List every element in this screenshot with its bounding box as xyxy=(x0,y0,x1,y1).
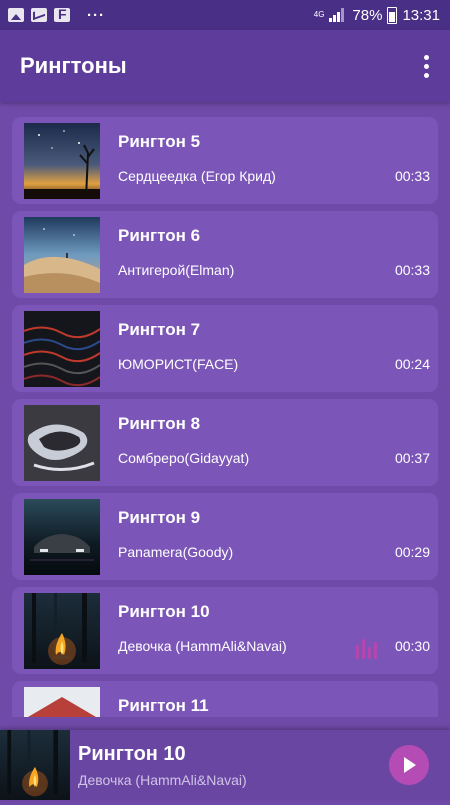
ringtone-artist: ЮМОРИСТ(FACE) xyxy=(118,356,239,372)
ringtone-duration: 00:30 xyxy=(394,638,430,654)
ringtone-artwork xyxy=(24,404,100,481)
now-playing-title: Рингтон 10 xyxy=(78,742,186,765)
ringtone-artwork xyxy=(24,122,100,199)
signal-icon xyxy=(329,8,347,22)
clock: 13:31 xyxy=(402,6,440,24)
network-type: 4G xyxy=(313,10,325,19)
play-icon[interactable] xyxy=(389,745,429,785)
ringtone-artwork xyxy=(24,216,100,293)
ringtone-item[interactable]: Рингтон 6 Антигерой(Elman) 00:33 xyxy=(12,211,438,298)
ringtone-duration: 00:24 xyxy=(394,356,430,372)
equalizer-icon xyxy=(356,639,382,659)
ringtone-list[interactable]: Рингтон 5 Сердцеедка (Егор Крид) 00:33 Ринг… xyxy=(12,117,438,717)
ringtone-title: Рингтон 9 xyxy=(118,508,201,527)
battery-percent: 78% xyxy=(352,6,383,24)
ringtone-artist: Сомбреро(Gidayyat) xyxy=(118,450,250,466)
status-bar: ··· 4G 78% 13:31 xyxy=(0,0,450,30)
app-bar: Рингтоны xyxy=(0,30,450,102)
ringtone-artist: Девочка (HammAli&Navai) xyxy=(118,638,287,654)
ringtone-duration: 00:33 xyxy=(394,168,430,184)
ringtone-title: Рингтон 10 xyxy=(118,602,210,621)
app-title: Рингтоны xyxy=(20,53,127,78)
now-playing-artwork xyxy=(0,730,70,800)
ringtone-title: Рингтон 8 xyxy=(118,414,201,433)
ringtone-duration: 00:33 xyxy=(394,262,430,278)
ringtone-title: Рингтон 6 xyxy=(118,226,201,245)
ringtone-artist: Panamera(Goody) xyxy=(118,544,234,560)
battery-icon xyxy=(387,6,398,24)
ringtone-title: Рингтон 5 xyxy=(118,132,201,151)
ringtone-artwork xyxy=(23,310,101,387)
ringtone-artist: Сердцеедка (Егор Крид) xyxy=(118,168,276,184)
more-notifications-indicator: ··· xyxy=(87,6,105,24)
mail-notification-icon xyxy=(31,8,47,22)
gallery-notification-icon xyxy=(8,8,24,22)
now-playing-bar[interactable]: Рингтон 10 Девочка (HammAli&Navai) xyxy=(0,730,450,800)
ringtone-item[interactable]: Рингтон 7 ЮМОРИСТ(FACE) 00:24 xyxy=(12,305,438,392)
ringtone-item[interactable]: Рингтон 8 Сомбреро(Gidayyat) 00:37 xyxy=(12,399,438,486)
flipboard-notification-icon xyxy=(54,6,70,22)
ringtone-title: Рингтон 11 xyxy=(118,696,209,715)
ringtone-item[interactable]: Рингтон 10 Девочка (HammAli&Navai) 00:30 xyxy=(12,587,438,674)
ringtone-title: Рингтон 7 xyxy=(118,320,201,339)
ringtone-artwork xyxy=(24,592,100,669)
ringtone-artist: Антигерой(Elman) xyxy=(118,262,235,278)
ringtone-artwork xyxy=(24,498,100,575)
ringtone-artwork xyxy=(24,686,100,717)
ringtone-duration: 00:37 xyxy=(394,450,430,466)
more-options-icon[interactable] xyxy=(422,54,430,78)
ringtone-item[interactable]: Рингтон 11 xyxy=(12,681,438,717)
ringtone-duration: 00:29 xyxy=(394,544,430,560)
ringtone-item[interactable]: Рингтон 5 Сердцеедка (Егор Крид) 00:33 xyxy=(12,117,438,204)
ringtone-item[interactable]: Рингтон 9 Panamera(Goody) 00:29 xyxy=(12,493,438,580)
now-playing-artist: Девочка (HammAli&Navai) xyxy=(78,771,247,788)
